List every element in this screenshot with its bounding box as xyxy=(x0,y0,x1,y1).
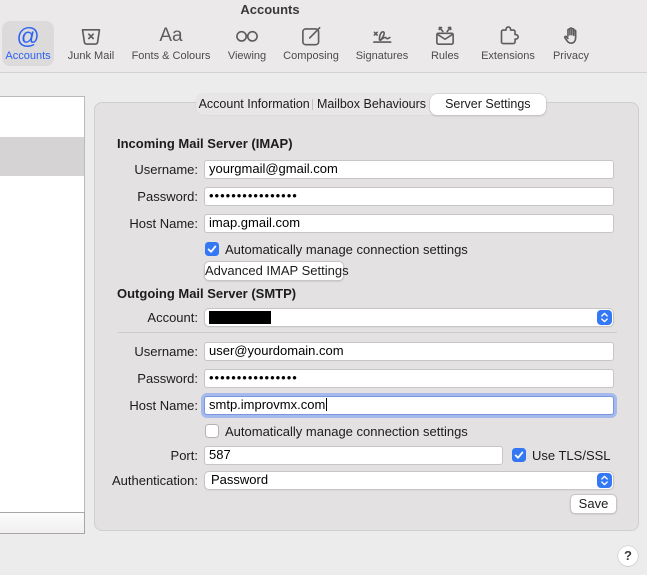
rules-envelope-icon xyxy=(432,21,458,50)
smtp-auth-popup[interactable]: Password xyxy=(204,471,614,490)
smtp-port-label: Port: xyxy=(95,446,198,465)
use-tls-label: Use TLS/SSL xyxy=(532,448,611,463)
smtp-auth-value: Password xyxy=(211,472,268,487)
imap-auto-manage-label: Automatically manage connection settings xyxy=(225,242,468,257)
incoming-section-title: Incoming Mail Server (IMAP) xyxy=(117,136,293,151)
toolbar-item-label: Accounts xyxy=(5,50,50,63)
toolbar-item-label: Viewing xyxy=(228,50,266,63)
smtp-port-value: 587 xyxy=(209,447,231,462)
imap-username-label: Username: xyxy=(95,160,198,179)
junk-mail-icon xyxy=(78,21,104,50)
compose-icon xyxy=(298,21,324,50)
imap-username-field[interactable]: yourgmail@gmail.com xyxy=(204,160,614,179)
use-tls-checkbox[interactable] xyxy=(512,448,526,462)
outgoing-section-title: Outgoing Mail Server (SMTP) xyxy=(117,286,296,301)
smtp-account-popup[interactable] xyxy=(204,308,614,327)
toolbar-item-extensions[interactable]: Extensions xyxy=(471,21,545,66)
sidebar-footer-bar xyxy=(0,512,85,534)
toolbar-item-junk-mail[interactable]: Junk Mail xyxy=(60,21,122,66)
tab-mailbox-behaviours[interactable]: Mailbox Behaviours xyxy=(313,94,429,115)
tab-bar: Account Information Mailbox Behaviours S… xyxy=(196,94,546,115)
hand-icon xyxy=(558,21,584,50)
toolbar-item-accounts[interactable]: @ Accounts xyxy=(2,21,54,66)
server-settings-panel: Incoming Mail Server (IMAP) Username: yo… xyxy=(94,102,639,531)
imap-auto-manage-checkbox[interactable] xyxy=(205,242,219,256)
imap-host-label: Host Name: xyxy=(95,214,198,233)
checkmark-icon xyxy=(206,243,218,255)
smtp-auto-manage-checkbox[interactable] xyxy=(205,424,219,438)
toolbar-item-label: Junk Mail xyxy=(68,50,114,63)
smtp-username-label: Username: xyxy=(95,342,198,361)
toolbar-item-label: Privacy xyxy=(553,50,589,63)
toolbar-item-composing[interactable]: Composing xyxy=(275,21,347,66)
toolbar-item-rules[interactable]: Rules xyxy=(422,21,468,66)
toolbar: Accounts @ Accounts Junk Mail Aa Fonts &… xyxy=(0,0,647,73)
sidebar-selected-account-row[interactable] xyxy=(0,137,84,176)
fonts-icon: Aa xyxy=(159,21,182,50)
imap-password-field[interactable]: •••••••••••••••• xyxy=(204,187,614,206)
text-cursor xyxy=(326,398,327,411)
smtp-host-value: smtp.improvmx.com xyxy=(209,397,325,412)
accounts-preferences-window: Accounts @ Accounts Junk Mail Aa Fonts &… xyxy=(0,0,647,575)
toolbar-item-viewing[interactable]: Viewing xyxy=(219,21,275,66)
at-icon: @ xyxy=(16,21,39,50)
smtp-host-label: Host Name: xyxy=(95,396,198,415)
popup-stepper-icon xyxy=(597,473,612,488)
accounts-sidebar-list[interactable] xyxy=(0,96,85,513)
save-button[interactable]: Save xyxy=(570,494,617,514)
smtp-host-field[interactable]: smtp.improvmx.com xyxy=(204,396,614,415)
smtp-port-field[interactable]: 587 xyxy=(204,446,503,465)
smtp-username-field[interactable]: user@yourdomain.com xyxy=(204,342,614,361)
toolbar-item-label: Composing xyxy=(283,50,339,63)
tab-account-information[interactable]: Account Information xyxy=(196,94,312,115)
tab-server-settings[interactable]: Server Settings xyxy=(430,94,546,115)
toolbar-item-privacy[interactable]: Privacy xyxy=(544,21,598,66)
imap-host-value: imap.gmail.com xyxy=(209,215,300,230)
smtp-password-field[interactable]: •••••••••••••••• xyxy=(204,369,614,388)
imap-password-value: •••••••••••••••• xyxy=(209,188,298,203)
smtp-password-value: •••••••••••••••• xyxy=(209,370,298,385)
help-button[interactable]: ? xyxy=(618,546,638,566)
toolbar-item-label: Fonts & Colours xyxy=(132,50,211,63)
imap-password-label: Password: xyxy=(95,187,198,206)
toolbar-item-label: Rules xyxy=(431,50,459,63)
checkmark-icon xyxy=(513,449,525,461)
toolbar-item-fonts-colours[interactable]: Aa Fonts & Colours xyxy=(122,21,220,66)
puzzle-icon xyxy=(495,21,521,50)
redacted-account-name xyxy=(209,311,271,324)
imap-username-value: yourgmail@gmail.com xyxy=(209,161,338,176)
section-divider xyxy=(118,332,617,333)
glasses-icon xyxy=(234,21,260,50)
toolbar-item-label: Extensions xyxy=(481,50,535,63)
smtp-auto-manage-label: Automatically manage connection settings xyxy=(225,424,468,439)
toolbar-item-label: Signatures xyxy=(356,50,409,63)
smtp-password-label: Password: xyxy=(95,369,198,388)
smtp-account-label: Account: xyxy=(95,308,198,327)
toolbar-item-signatures[interactable]: Signatures xyxy=(345,21,419,66)
imap-host-field[interactable]: imap.gmail.com xyxy=(204,214,614,233)
smtp-auth-label: Authentication: xyxy=(95,471,198,490)
advanced-imap-settings-button[interactable]: Advanced IMAP Settings xyxy=(204,261,344,281)
signature-icon xyxy=(369,21,395,50)
popup-stepper-icon xyxy=(597,310,612,325)
window-title: Accounts xyxy=(240,2,299,17)
smtp-username-value: user@yourdomain.com xyxy=(209,343,344,358)
